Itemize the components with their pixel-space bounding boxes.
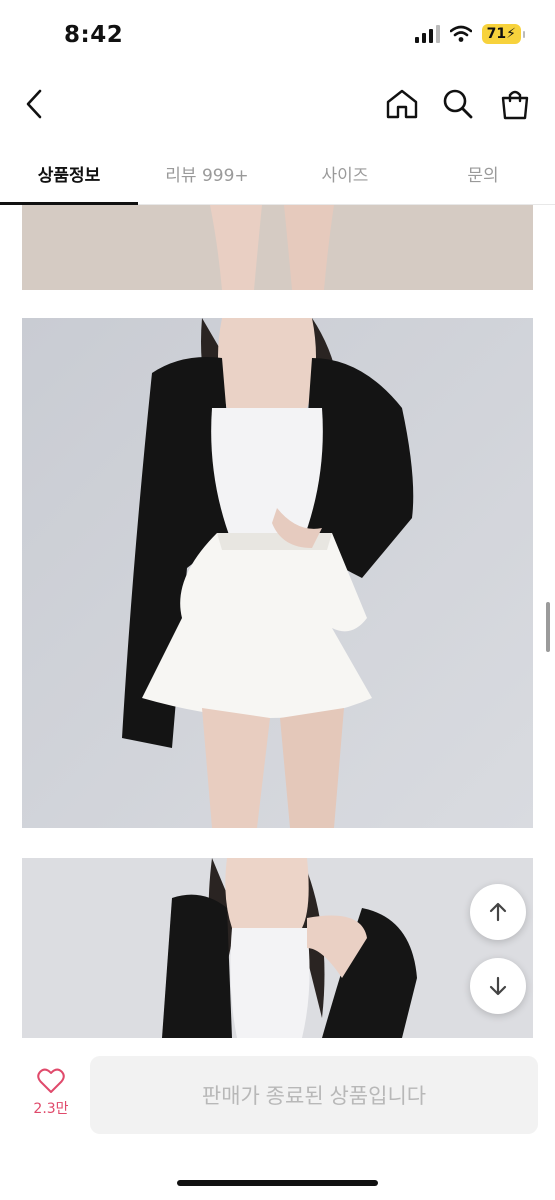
battery-level: 71 [486, 26, 507, 42]
sold-out-button[interactable]: 판매가 종료된 상품입니다 [90, 1056, 538, 1134]
chevron-left-icon [26, 89, 42, 119]
arrow-up-icon [489, 902, 507, 922]
tab-product-info[interactable]: 상품정보 [0, 142, 138, 205]
scroll-down-button[interactable] [470, 958, 526, 1014]
wifi-icon [449, 25, 472, 42]
home-indicator [177, 1180, 378, 1186]
shopping-bag-icon [501, 90, 529, 120]
scroll-to-top-button[interactable] [470, 884, 526, 940]
product-photo-1 [22, 205, 533, 290]
tab-reviews[interactable]: 리뷰 999+ [138, 142, 276, 204]
like-button[interactable]: 2.3만 [22, 1068, 80, 1132]
cart-button[interactable] [493, 82, 537, 126]
home-button[interactable] [380, 82, 424, 126]
product-photo-3 [22, 858, 533, 1038]
status-icons: 71⚡ [414, 24, 526, 44]
home-icon [386, 89, 418, 119]
product-photo-2 [22, 318, 533, 828]
heart-outline-icon [37, 1068, 65, 1093]
scrollbar-thumb[interactable] [546, 602, 550, 652]
top-nav-bar [0, 70, 555, 138]
status-time: 8:42 [64, 22, 124, 48]
battery-indicator: 71⚡ [481, 24, 526, 44]
arrow-down-icon [489, 976, 507, 996]
status-bar: 8:42 71⚡ [0, 0, 555, 70]
back-button[interactable] [12, 82, 56, 126]
bottom-action-bar: 2.3만 판매가 종료된 상품입니다 [0, 1038, 555, 1200]
product-tab-bar: 상품정보 리뷰 999+ 사이즈 문의 [0, 142, 555, 205]
tab-size[interactable]: 사이즈 [276, 142, 414, 204]
search-icon [443, 89, 473, 119]
cellular-signal-icon [414, 25, 440, 43]
like-count: 2.3만 [33, 1101, 69, 1117]
tab-inquiry[interactable]: 문의 [414, 142, 552, 204]
search-button[interactable] [436, 82, 480, 126]
